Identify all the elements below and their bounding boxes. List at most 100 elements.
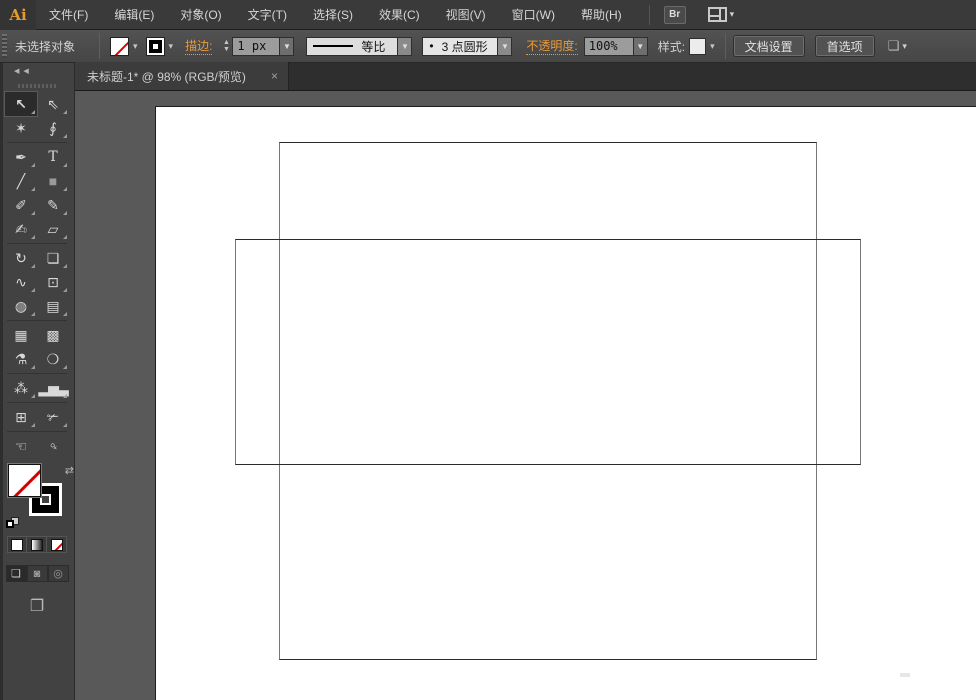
tool-blend[interactable]: ❍ <box>37 347 69 371</box>
chevron-down-icon[interactable]: ▾ <box>706 41 719 52</box>
tool-magic-wand[interactable]: ✶ <box>5 116 37 140</box>
menubar-divider <box>648 4 650 25</box>
chevron-down-icon[interactable]: ▾ <box>165 41 178 52</box>
none-fill-swatch-icon[interactable] <box>110 36 129 56</box>
tool-mesh[interactable]: ▦ <box>5 323 37 347</box>
default-fill-stroke-icon[interactable] <box>6 517 19 528</box>
bridge-button[interactable]: Br <box>663 5 686 24</box>
brush-dropdown[interactable]: ▼ <box>498 36 513 56</box>
none-icon <box>50 538 63 551</box>
tool-column-graph[interactable]: ▂▅▃ <box>37 376 69 400</box>
opacity-dropdown[interactable]: ▼ <box>633 36 648 56</box>
document-tab[interactable]: 未标题-1* @ 98% (RGB/预览) × <box>75 62 289 90</box>
style-label: 样式: <box>657 39 686 54</box>
menu-type[interactable]: 文字(T) <box>235 0 300 30</box>
canvas-pasteboard[interactable] <box>75 91 976 700</box>
stepper-down-icon[interactable]: ▼ <box>220 46 232 53</box>
select-similar-icon[interactable]: ❏ <box>888 38 900 54</box>
preferences-button[interactable]: 首选项 <box>815 36 874 56</box>
tool-perspective-grid[interactable]: ▤ <box>37 294 69 318</box>
tool-line-segment[interactable]: ╱ <box>5 169 37 193</box>
rectangle-shape-wide[interactable] <box>235 239 861 465</box>
menu-window[interactable]: 窗口(W) <box>499 0 568 30</box>
tool-hand[interactable]: ☜ <box>5 434 37 458</box>
stroke-profile-dropdown[interactable]: ▼ <box>398 36 413 56</box>
gradient-icon <box>30 538 43 551</box>
control-bar: 未选择对象 ▾ ▾ 描边: ▲ ▼ 1 px ▼ 等比 ▼ • 3 点圆形 ▼ … <box>0 30 976 63</box>
stroke-width-input[interactable]: 1 px <box>232 36 281 56</box>
fill-swatch-none[interactable] <box>7 463 42 498</box>
stroke-width-dropdown[interactable]: ▼ <box>280 36 295 56</box>
panel-drag-grip[interactable] <box>18 84 56 88</box>
panel-grip[interactable] <box>2 34 7 58</box>
tool-width[interactable]: ∿ <box>5 270 37 294</box>
tool-pen[interactable]: ✒ <box>5 145 37 169</box>
tool-gradient[interactable]: ▩ <box>37 323 69 347</box>
tool-shape-builder[interactable]: ◍ <box>5 294 37 318</box>
menu-effect[interactable]: 效果(C) <box>366 0 433 30</box>
tool-slice[interactable]: ✃ <box>37 405 69 429</box>
tool-symbol-sprayer[interactable]: ⁂ <box>5 376 37 400</box>
collapse-panel-icon[interactable]: ◀ ◀ <box>14 67 30 75</box>
menu-select[interactable]: 选择(S) <box>300 0 366 30</box>
direct-selection-tool-icon: ⇖ <box>47 96 59 112</box>
tool-lasso[interactable]: ∮ <box>37 116 69 140</box>
lasso-tool-icon: ∮ <box>49 120 57 136</box>
draw-behind-button[interactable]: ◙ <box>26 565 48 582</box>
gradient-button[interactable] <box>27 536 47 553</box>
draw-inside-button[interactable]: ◎ <box>47 565 69 582</box>
stepper-up-icon[interactable]: ▲ <box>220 39 232 46</box>
tool-type[interactable]: T <box>37 145 69 169</box>
fill-color-control[interactable]: ▾ <box>110 36 142 56</box>
tool-artboard[interactable]: ⊞ <box>5 405 37 429</box>
tool-direct-selection[interactable]: ⇖ <box>37 92 69 116</box>
opacity-panel-link[interactable]: 不透明度: <box>526 37 578 55</box>
menu-object[interactable]: 对象(O) <box>167 0 234 30</box>
tool-eyedropper[interactable]: ⚗ <box>5 347 37 371</box>
menu-view[interactable]: 视图(V) <box>433 0 499 30</box>
draw-normal-button[interactable]: ❏ <box>5 565 27 582</box>
tool-blob-brush[interactable]: ✍ <box>5 217 37 241</box>
menu-edit[interactable]: 编辑(E) <box>101 0 167 30</box>
color-button[interactable] <box>7 536 27 553</box>
tool-paintbrush[interactable]: ✐ <box>5 193 37 217</box>
brush-select[interactable]: • 3 点圆形 <box>422 36 499 56</box>
chevron-down-icon[interactable]: ▾ <box>902 41 907 52</box>
chevron-down-icon[interactable]: ▾ <box>129 41 142 52</box>
rectangle-tool-icon: ■ <box>48 173 58 189</box>
eyedropper-tool-icon: ⚗ <box>14 351 28 367</box>
stroke-profile-select[interactable]: 等比 <box>306 36 399 56</box>
none-button[interactable] <box>47 536 67 553</box>
menu-file[interactable]: 文件(F) <box>36 0 101 30</box>
stroke-panel-link[interactable]: 描边: <box>185 37 213 55</box>
panel-header: ◀ ◀ <box>0 63 74 78</box>
tool-free-transform[interactable]: ⊡ <box>37 270 69 294</box>
illustrator-window: Ai 文件(F) 编辑(E) 对象(O) 文字(T) 选择(S) 效果(C) 视… <box>0 0 976 700</box>
style-swatch[interactable] <box>689 37 707 55</box>
opacity-input[interactable]: 100% <box>583 36 634 56</box>
document-setup-button[interactable]: 文档设置 <box>733 36 804 56</box>
chevron-down-icon: ▾ <box>729 9 735 19</box>
workspace-switcher[interactable]: ▾ <box>707 7 735 22</box>
tool-group-divider <box>7 142 67 143</box>
stroke-color-control[interactable]: ▾ <box>145 36 178 56</box>
swap-fill-stroke-icon[interactable]: ⇄ <box>65 464 74 477</box>
close-icon[interactable]: × <box>269 69 280 83</box>
screen-mode-button[interactable]: ❐ <box>30 596 44 616</box>
eraser-tool-icon: ▱ <box>47 221 59 237</box>
width-tool-icon: ∿ <box>15 274 27 290</box>
tool-rotate[interactable]: ↻ <box>5 246 37 270</box>
stroke-width-stepper[interactable]: ▲ ▼ <box>220 39 232 53</box>
tool-zoom[interactable]: ♀ <box>37 434 69 458</box>
tool-eraser[interactable]: ▱ <box>37 217 69 241</box>
type-tool-icon: T <box>48 149 58 165</box>
menu-help[interactable]: 帮助(H) <box>568 0 635 30</box>
divider <box>99 33 100 59</box>
artboard[interactable] <box>155 106 976 700</box>
tool-rectangle[interactable]: ■ <box>37 169 69 193</box>
tool-scale[interactable]: ❏ <box>37 246 69 270</box>
stroke-swatch-icon[interactable] <box>145 36 165 56</box>
tool-pencil[interactable]: ✎ <box>37 193 69 217</box>
artboard-tool-icon: ⊞ <box>15 409 27 425</box>
tool-selection[interactable]: ↖ <box>4 91 38 117</box>
